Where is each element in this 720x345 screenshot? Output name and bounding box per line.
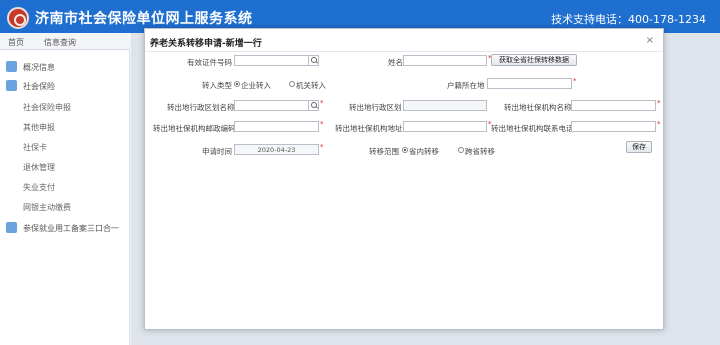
out-org-addr-label: 转出地社保机构地址	[335, 124, 403, 133]
edit-icon	[6, 222, 17, 233]
required-mark: *	[573, 77, 577, 85]
radio-government-in[interactable]	[289, 81, 295, 87]
search-icon[interactable]	[308, 101, 318, 110]
name-label: 姓名	[388, 58, 403, 67]
sidebar-item-label: 其他申报	[23, 123, 55, 132]
scope-label: 转移范围	[369, 147, 399, 156]
tab-info-query[interactable]: 信息查询	[44, 37, 76, 48]
transfer-in-type-label: 转入类型	[202, 81, 232, 90]
id-no-label: 有效证件号码	[187, 58, 232, 67]
sidebar-item-label: 退休管理	[23, 163, 55, 172]
out-org-name-label: 转出地社保机构名称	[504, 103, 572, 112]
system-title: 济南市社会保险单位网上服务系统	[35, 11, 253, 27]
home-icon	[6, 61, 17, 72]
search-icon[interactable]	[308, 56, 318, 65]
sidebar-item-label: 社会保险	[23, 82, 55, 91]
save-button[interactable]: 保存	[626, 141, 652, 153]
out-org-postcode-label: 转出地社保机构邮政编码	[153, 124, 236, 133]
apply-time-input[interactable]: 2020-04-23	[234, 144, 319, 155]
out-org-name-input[interactable]	[571, 100, 656, 111]
required-mark: *	[657, 99, 661, 107]
dialog-divider	[145, 51, 663, 52]
hukou-input[interactable]	[487, 78, 572, 89]
sidebar-item-label: 社会保险申报	[23, 103, 71, 112]
out-region-name-label: 转出地行政区划名称	[167, 103, 235, 112]
dialog-title: 养老关系转移申请-新增一行	[150, 39, 262, 49]
out-region-input[interactable]	[403, 100, 487, 111]
sidebar-item-overview[interactable]: 概况信息	[0, 58, 130, 76]
sidebar-item-label: 网银主动缴费	[23, 203, 71, 212]
out-org-phone-label: 转出地社保机构联系电话	[491, 124, 574, 133]
required-mark: *	[320, 120, 324, 128]
radio-enterprise-in[interactable]	[234, 81, 240, 87]
required-mark: *	[320, 99, 324, 107]
logo-icon	[7, 7, 29, 29]
tab-home[interactable]: 首页	[8, 37, 24, 48]
required-mark: *	[320, 143, 324, 151]
radio-in-province[interactable]	[402, 147, 408, 153]
fetch-province-data-button[interactable]: 获取全省社保转移数据	[491, 54, 577, 66]
radio-in-province-label: 省内转移	[409, 147, 439, 156]
out-region-name-input[interactable]	[234, 100, 319, 111]
sidebar-item-label: 概况信息	[23, 63, 55, 72]
sidebar-item-online-pay[interactable]: 网银主动缴费	[0, 198, 130, 216]
sidebar-item-retirement[interactable]: 退休管理	[0, 158, 130, 176]
hukou-label: 户籍所在地	[447, 81, 485, 90]
edit-icon	[6, 80, 17, 91]
out-org-addr-input[interactable]	[403, 121, 487, 132]
id-no-input[interactable]	[234, 55, 319, 66]
sidebar-item-label: 参保就业用工备案三口合一	[23, 224, 119, 233]
out-org-phone-input[interactable]	[571, 121, 656, 132]
sidebar-item-other-declare[interactable]: 其他申报	[0, 118, 130, 136]
sidebar-item-unemployment[interactable]: 失业支付	[0, 178, 130, 196]
top-tabs: 首页 信息查询	[0, 33, 130, 50]
radio-enterprise-in-label: 企业转入	[241, 81, 271, 90]
out-org-postcode-input[interactable]	[234, 121, 319, 132]
sidebar: 概况信息 社会保险 社会保险申报 其他申报 社保卡 退休管理 失业支付 网银主动…	[0, 50, 130, 345]
radio-government-in-label: 机关转入	[296, 81, 326, 90]
sidebar-item-social-card[interactable]: 社保卡	[0, 138, 130, 156]
radio-cross-province[interactable]	[458, 147, 464, 153]
support-phone: 技术支持电话：400-178-1234	[551, 13, 706, 26]
sidebar-item-label: 失业支付	[23, 183, 55, 192]
sidebar-item-insurance-declare[interactable]: 社会保险申报	[0, 98, 130, 116]
sidebar-item-three-in-one[interactable]: 参保就业用工备案三口合一	[0, 219, 130, 237]
name-input[interactable]	[403, 55, 487, 66]
sidebar-item-social-insurance[interactable]: 社会保险	[0, 77, 130, 95]
required-mark: *	[657, 120, 661, 128]
radio-cross-province-label: 跨省转移	[465, 147, 495, 156]
apply-time-label: 申请时间	[202, 147, 232, 156]
close-icon[interactable]: ×	[646, 35, 654, 46]
transfer-dialog: 养老关系转移申请-新增一行 × 有效证件号码 姓名 * 获取全省社保转移数据 转…	[144, 28, 664, 330]
sidebar-item-label: 社保卡	[23, 143, 47, 152]
out-region-label: 转出地行政区划	[349, 103, 402, 112]
